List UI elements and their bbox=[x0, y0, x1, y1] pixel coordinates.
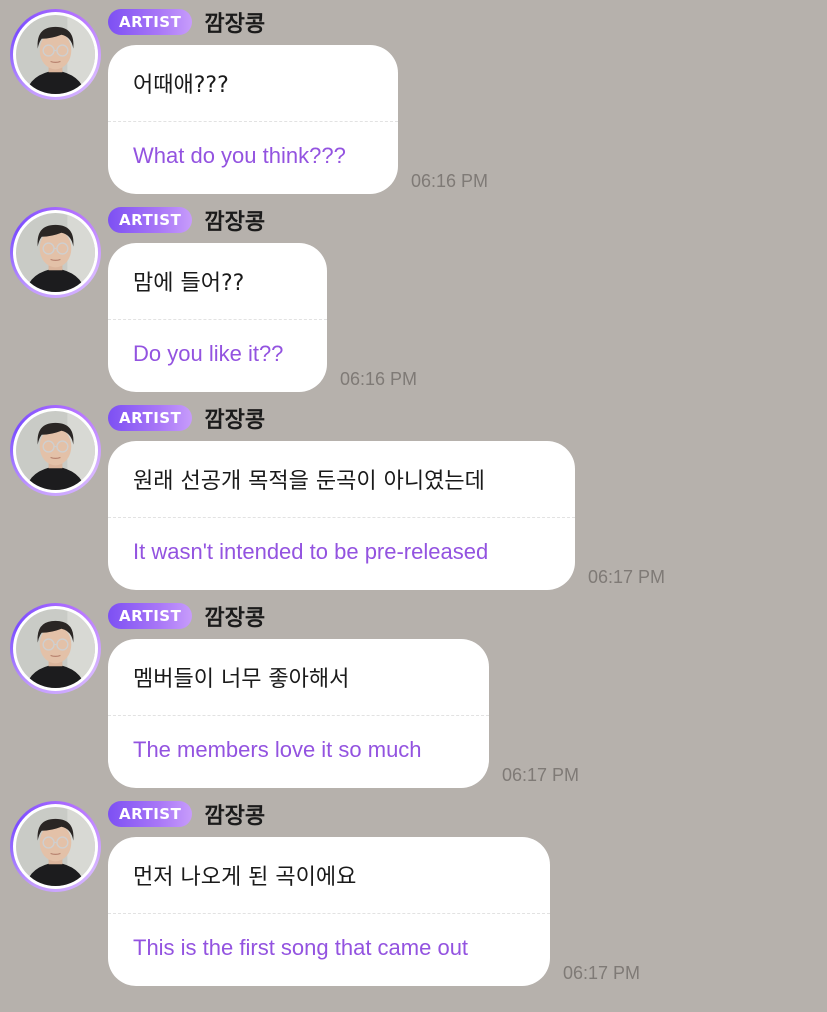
bubble-divider bbox=[108, 121, 398, 122]
chat-message: ARTIST 깜장콩 어때애??? What do you think??? 0… bbox=[0, 0, 827, 198]
avatar[interactable] bbox=[10, 207, 101, 298]
artist-photo bbox=[16, 807, 95, 886]
chat-message: ARTIST 깜장콩 맘에 들어?? Do you like it?? 06:1… bbox=[0, 198, 827, 396]
author-name[interactable]: 깜장콩 bbox=[204, 600, 265, 632]
message-bubble[interactable]: 원래 선공개 목적을 둔곡이 아니였는데 It wasn't intended … bbox=[108, 441, 575, 590]
artist-badge: ARTIST bbox=[108, 207, 193, 233]
artist-badge: ARTIST bbox=[108, 405, 193, 431]
artist-photo bbox=[16, 15, 95, 94]
message-timestamp: 06:16 PM bbox=[411, 171, 489, 191]
message-timestamp: 06:17 PM bbox=[502, 765, 580, 785]
bubble-divider bbox=[108, 319, 327, 320]
translated-text: What do you think??? bbox=[133, 143, 346, 168]
artist-photo bbox=[16, 213, 95, 292]
avatar[interactable] bbox=[10, 801, 101, 892]
original-text: 맘에 들어?? bbox=[133, 271, 245, 296]
message-header: ARTIST 깜장콩 bbox=[108, 204, 265, 236]
author-name[interactable]: 깜장콩 bbox=[204, 204, 265, 236]
original-text: 어때애??? bbox=[133, 73, 229, 98]
artist-badge: ARTIST bbox=[108, 801, 193, 827]
message-header: ARTIST 깜장콩 bbox=[108, 600, 265, 632]
bubble-divider bbox=[108, 913, 550, 914]
chat-message: ARTIST 깜장콩 먼저 나오게 된 곡이에요 This is the fir… bbox=[0, 792, 827, 990]
chat-message: ARTIST 깜장콩 원래 선공개 목적을 둔곡이 아니였는데 It wasn'… bbox=[0, 396, 827, 594]
message-timestamp: 06:17 PM bbox=[588, 567, 666, 587]
artist-photo bbox=[16, 609, 95, 688]
original-text: 멤버들이 너무 좋아해서 bbox=[133, 667, 350, 692]
translated-text: The members love it so much bbox=[133, 737, 422, 762]
message-bubble[interactable]: 어때애??? What do you think??? bbox=[108, 45, 398, 194]
author-name[interactable]: 깜장콩 bbox=[204, 402, 265, 434]
artist-badge: ARTIST bbox=[108, 603, 193, 629]
message-bubble[interactable]: 먼저 나오게 된 곡이에요 This is the first song tha… bbox=[108, 837, 550, 986]
message-bubble[interactable]: 멤버들이 너무 좋아해서 The members love it so much bbox=[108, 639, 489, 788]
message-timestamp: 06:17 PM bbox=[563, 963, 641, 983]
author-name[interactable]: 깜장콩 bbox=[204, 798, 265, 830]
bubble-divider bbox=[108, 517, 575, 518]
message-timestamp: 06:16 PM bbox=[340, 369, 418, 389]
chat-message: ARTIST 깜장콩 멤버들이 너무 좋아해서 The members love… bbox=[0, 594, 827, 792]
translated-text: It wasn't intended to be pre-released bbox=[133, 539, 489, 564]
message-header: ARTIST 깜장콩 bbox=[108, 798, 265, 830]
chat-feed: ARTIST 깜장콩 어때애??? What do you think??? 0… bbox=[0, 0, 827, 1012]
original-text: 원래 선공개 목적을 둔곡이 아니였는데 bbox=[133, 469, 485, 494]
avatar[interactable] bbox=[10, 603, 101, 694]
artist-badge: ARTIST bbox=[108, 9, 193, 35]
artist-photo bbox=[16, 411, 95, 490]
translated-text: This is the first song that came out bbox=[133, 935, 469, 960]
message-bubble[interactable]: 맘에 들어?? Do you like it?? bbox=[108, 243, 327, 392]
avatar[interactable] bbox=[10, 405, 101, 496]
original-text: 먼저 나오게 된 곡이에요 bbox=[133, 865, 357, 890]
translated-text: Do you like it?? bbox=[133, 341, 284, 366]
bubble-divider bbox=[108, 715, 489, 716]
message-header: ARTIST 깜장콩 bbox=[108, 6, 265, 38]
message-header: ARTIST 깜장콩 bbox=[108, 402, 265, 434]
author-name[interactable]: 깜장콩 bbox=[204, 6, 265, 38]
avatar[interactable] bbox=[10, 9, 101, 100]
